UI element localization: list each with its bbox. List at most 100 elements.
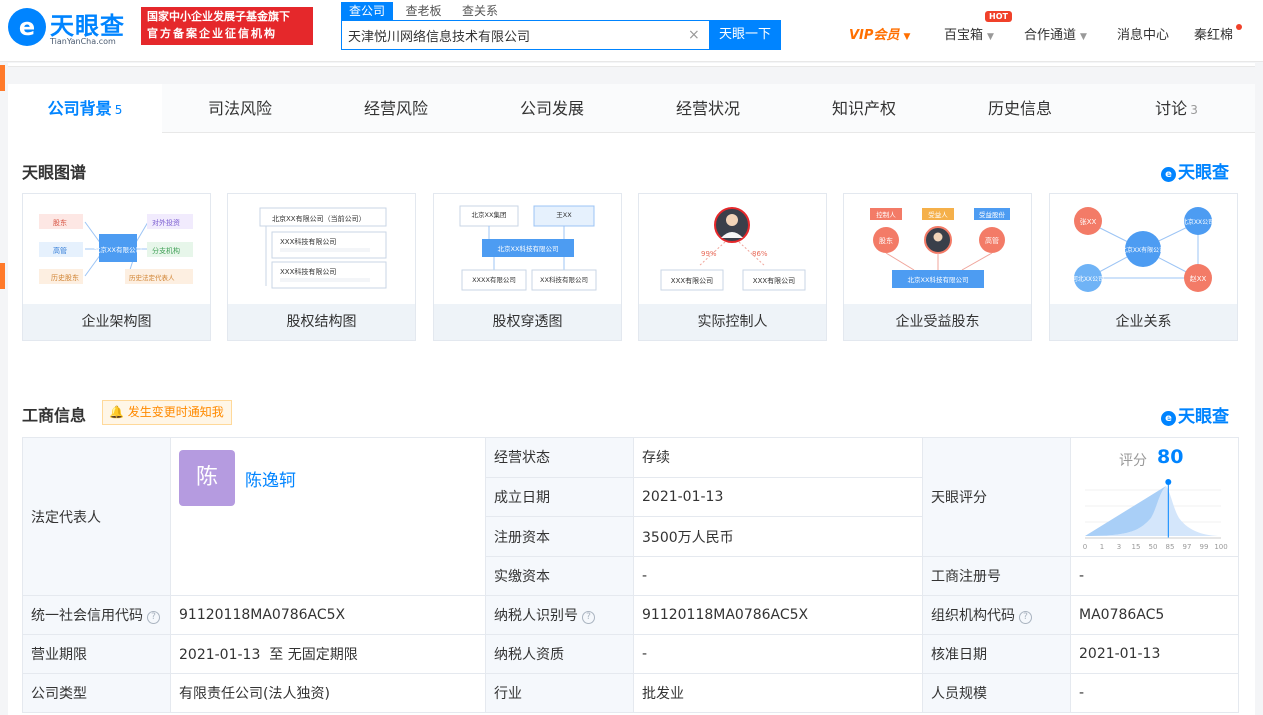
- tab-discussion[interactable]: 讨论 3: [1098, 84, 1255, 133]
- node-label: 赵XX: [1190, 274, 1207, 283]
- structure-thumbnail: 股东 高管 历史股东 北京XX有限公司 对外投资 分支机构 历史法定代表人: [23, 194, 210, 304]
- taxpayer-id-value: 91120118MA0786AC5X: [633, 595, 923, 635]
- industry-label: 行业: [485, 673, 634, 713]
- search-input[interactable]: [348, 25, 688, 45]
- search-type-tabs: 查公司 查老板 查关系: [341, 2, 506, 20]
- equity-structure-diagram: 北京XX有限公司（当前公司） XXX科技有限公司 XXX科技有限公司: [259, 207, 387, 289]
- partner-menu[interactable]: 合作通道 ▼: [1024, 24, 1087, 43]
- approval-label: 核准日期: [922, 634, 1071, 674]
- brand-e-icon: e: [1161, 411, 1176, 426]
- search-button[interactable]: 天眼一下: [709, 20, 781, 50]
- brand-e-icon: e: [1161, 167, 1176, 182]
- staff-label: 人员规模: [922, 673, 1071, 713]
- card-caption: 企业受益股东: [844, 304, 1031, 340]
- paid-capital-value: -: [633, 556, 923, 596]
- business-section-title: 工商信息: [22, 406, 87, 425]
- equity-structure-thumbnail: 北京XX有限公司（当前公司） XXX科技有限公司 XXX科技有限公司: [228, 194, 415, 304]
- connector: [84, 221, 102, 245]
- tab-ip[interactable]: 知识产权: [786, 84, 942, 133]
- type-label: 公司类型: [22, 673, 171, 713]
- node-label: 高管: [53, 246, 67, 255]
- score-distribution-chart: 0 1 3 15 50 85 97 99 100: [1083, 479, 1228, 551]
- score-widget[interactable]: 评分 80 0 1 3 15 50 85 97 99 100: [1072, 439, 1238, 556]
- brand-text: 天眼查: [1178, 163, 1229, 183]
- tab-development[interactable]: 公司发展: [474, 84, 630, 133]
- score-cell: 评分 80 0 1 3 15 50 85 97 99 100: [1070, 437, 1239, 557]
- tab-company-background[interactable]: 公司背景 5: [8, 84, 162, 133]
- connector: [84, 253, 102, 277]
- person-head-icon: [726, 214, 738, 226]
- score-label: 天眼评分: [922, 437, 1071, 557]
- industry-value: 批发业: [633, 673, 923, 713]
- badge-line1: 国家中小企业发展子基金旗下: [147, 10, 290, 23]
- structure-diagram: 股东 高管 历史股东 北京XX有限公司 对外投资 分支机构 历史法定代表人: [39, 214, 193, 284]
- vip-menu[interactable]: VIP会员 ▼: [849, 24, 910, 43]
- avatar: 陈: [179, 450, 235, 506]
- connector: [885, 252, 915, 271]
- node-label: 对外投资: [152, 218, 180, 227]
- card-caption: 股权结构图: [228, 304, 415, 340]
- baobao-menu[interactable]: 百宝箱 ▼: [944, 24, 994, 43]
- badge-line2: 官方备案企业征信机构: [147, 27, 277, 40]
- placeholder-line: [280, 248, 370, 252]
- baobao-label: 百宝箱: [944, 28, 984, 43]
- table-row: 营业期限 2021-01-13 至 无固定期限 纳税人资质 - 核准日期 202…: [22, 634, 1239, 674]
- top-header: e 天眼查 TianYanCha.com 国家中小企业发展子基金旗下 官方备案企…: [0, 0, 1263, 62]
- approval-value: 2021-01-13: [1070, 634, 1239, 674]
- graph-card-structure[interactable]: 股东 高管 历史股东 北京XX有限公司 对外投资 分支机构 历史法定代表人 企业…: [22, 193, 211, 341]
- tab-label: 公司发展: [519, 99, 584, 118]
- founded-label: 成立日期: [485, 476, 634, 518]
- reg-no-value: -: [1070, 556, 1239, 596]
- logo-name: 天眼查: [50, 12, 125, 40]
- logo-mark-icon: e: [8, 8, 46, 46]
- caret-down-icon: ▼: [903, 32, 911, 42]
- tab-operations[interactable]: 经营状况: [630, 84, 786, 133]
- score-tick-label: 99: [1200, 543, 1209, 551]
- caret-down-icon: ▼: [987, 32, 994, 42]
- legal-rep-label: 法定代表人: [22, 437, 171, 596]
- help-icon[interactable]: ?: [582, 611, 595, 624]
- logo[interactable]: e 天眼查 TianYanCha.com: [8, 6, 133, 48]
- tab-operating-risk[interactable]: 经营风险: [318, 84, 474, 133]
- help-icon[interactable]: ?: [1019, 611, 1032, 624]
- reg-capital-label: 注册资本: [485, 516, 634, 557]
- messages-link[interactable]: 消息中心: [1117, 24, 1169, 43]
- staff-value: -: [1070, 673, 1239, 713]
- table-row: 统一社会信用代码? 91120118MA0786AC5X 纳税人识别号? 911…: [22, 595, 1239, 635]
- tab-judicial-risk[interactable]: 司法风险: [162, 84, 318, 133]
- equity-penetration-thumbnail: 北京XX集团 王XX 北京XX科技有限公司 XXXX有限公司 XX科技有限公司: [434, 194, 621, 304]
- node-label: 王XX: [556, 211, 572, 219]
- org-code-label-cell: 组织机构代码?: [922, 595, 1071, 635]
- hot-badge: HOT: [985, 11, 1012, 22]
- actual-controller-diagram: 99% 86% XXX有限公司 XXX有限公司: [660, 207, 806, 291]
- tab-label: 司法风险: [207, 99, 272, 118]
- legal-rep-name-link[interactable]: 陈逸轲: [245, 471, 296, 491]
- tab-history[interactable]: 历史信息: [942, 84, 1098, 133]
- search-tab-company[interactable]: 查公司: [341, 2, 394, 20]
- search-tab-boss[interactable]: 查老板: [397, 2, 449, 20]
- brand-watermark: e 天眼查: [1161, 402, 1229, 427]
- credit-code-value: 91120118MA0786AC5X: [170, 595, 486, 635]
- founded-value: 2021-01-13: [633, 476, 923, 518]
- change-notify-button[interactable]: 🔔 发生变更时通知我: [102, 400, 232, 425]
- graph-card-actual-controller[interactable]: 99% 86% XXX有限公司 XXX有限公司 实际控制人: [638, 193, 827, 341]
- search-tab-relation[interactable]: 查关系: [454, 2, 506, 20]
- tab-label: 讨论: [1155, 99, 1188, 118]
- user-menu[interactable]: 秦红棉: [1194, 24, 1233, 43]
- graph-card-equity-structure[interactable]: 北京XX有限公司（当前公司） XXX科技有限公司 XXX科技有限公司 股权结构图: [227, 193, 416, 341]
- node-label: XXX科技有限公司: [280, 267, 336, 276]
- help-icon[interactable]: ?: [147, 611, 160, 624]
- taxpayer-qual-value: -: [633, 634, 923, 674]
- actual-controller-thumbnail: 99% 86% XXX有限公司 XXX有限公司: [639, 194, 826, 304]
- graph-card-equity-penetration[interactable]: 北京XX集团 王XX 北京XX科技有限公司 XXXX有限公司 XX科技有限公司 …: [433, 193, 622, 341]
- table-row: 法定代表人 陈陈逸轲 经营状态 存续 天眼评分 评分 80 0 1 3 15 5…: [22, 437, 1239, 596]
- graph-card-beneficial-owner[interactable]: 控制人 受益人 受益股份 股东 高管 北京XX科技有限公司 企业受益股东: [843, 193, 1032, 341]
- tab-label: 历史信息: [987, 99, 1052, 118]
- graph-card-relations[interactable]: 张XX 北京XX公司 北京XX有限公司 河北XX公司 赵XX 企业关系: [1049, 193, 1238, 341]
- center-node-label: 北京XX有限公司: [1121, 246, 1165, 254]
- search-box: × 天眼一下: [341, 20, 781, 50]
- tab-label: 经营状况: [675, 99, 740, 118]
- clear-icon[interactable]: ×: [688, 27, 700, 43]
- relations-diagram: 张XX 北京XX公司 北京XX有限公司 河北XX公司 赵XX: [1072, 207, 1214, 292]
- taxpayer-id-label: 纳税人识别号: [494, 608, 578, 624]
